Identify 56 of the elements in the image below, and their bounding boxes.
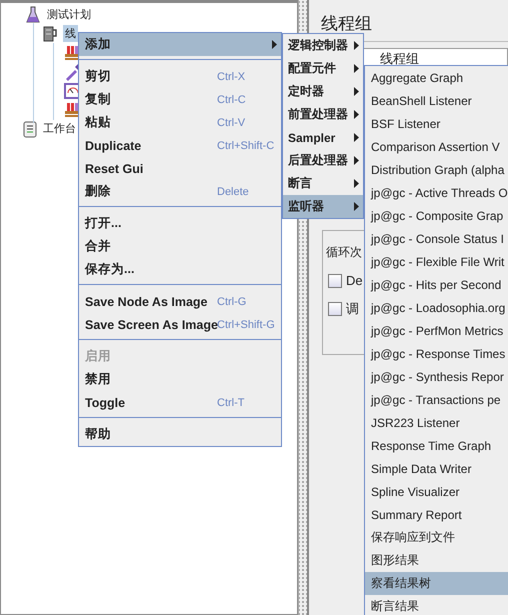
menu-item[interactable]: BSF Listener — [365, 112, 508, 135]
menu-item[interactable]: 察看结果树 — [365, 572, 508, 595]
menu-item[interactable]: jp@gc - Active Threads O — [365, 181, 508, 204]
menu-item[interactable]: 监听器 — [283, 195, 363, 218]
clipboard-icon — [23, 120, 37, 138]
checkbox-label: 调 — [346, 300, 359, 318]
menu-item[interactable]: 定时器 — [283, 80, 363, 103]
menu-item[interactable]: 添加 — [79, 33, 281, 56]
menu-item[interactable]: Sampler — [283, 126, 363, 149]
menu-item[interactable]: Duplicate Ctrl+Shift-C — [79, 134, 281, 157]
menu-item[interactable]: Summary Report — [365, 503, 508, 526]
menu-item[interactable]: Save Screen As ImageCtrl+Shift-G — [79, 313, 281, 336]
menu-item[interactable]: jp@gc - Synthesis Repor — [365, 365, 508, 388]
menu-item[interactable]: jp@gc - Composite Grap — [365, 204, 508, 227]
menu-item[interactable]: 粘贴 Ctrl-V — [79, 111, 281, 134]
menu-item[interactable]: Reset Gui — [79, 157, 281, 180]
flask-icon — [26, 6, 40, 24]
menu-item[interactable]: Response Time Graph — [365, 434, 508, 457]
menu-item[interactable]: JSR223 Listener — [365, 411, 508, 434]
tree-node-label[interactable]: 线 — [63, 25, 78, 42]
tree-node-label[interactable]: 测试计划 — [45, 6, 93, 23]
menu-item[interactable]: Simple Data Writer — [365, 457, 508, 480]
menu-item[interactable]: 打开... — [79, 212, 281, 235]
beaker-icon — [41, 24, 59, 42]
menu-item[interactable]: Distribution Graph (alpha — [365, 158, 508, 181]
menu-item[interactable]: 帮助 — [79, 423, 281, 446]
checkbox[interactable] — [328, 302, 342, 316]
menu-item[interactable]: 配置元件 — [283, 57, 363, 80]
menu-item[interactable]: 删除 Delete — [79, 180, 281, 203]
menu-item[interactable]: Spline Visualizer — [365, 480, 508, 503]
menu-item[interactable]: jp@gc - PerfMon Metrics — [365, 319, 508, 342]
menu-item[interactable]: 复制 Ctrl-C — [79, 88, 281, 111]
menu-item[interactable]: 保存响应到文件 — [365, 526, 508, 549]
menu-item[interactable]: jp@gc - Transactions pe — [365, 388, 508, 411]
menu-item[interactable]: Save Node As Image Ctrl-G — [79, 290, 281, 313]
menu-item[interactable]: 禁用 — [79, 368, 281, 391]
menu-item[interactable]: 保存为... — [79, 258, 281, 281]
menu-item[interactable]: jp@gc - Hits per Second — [365, 273, 508, 296]
menu-item[interactable]: 后置处理器 — [283, 149, 363, 172]
tree-node-label[interactable]: 工作台 — [41, 120, 78, 137]
menu-item[interactable]: 合并 — [79, 235, 281, 258]
checkbox[interactable] — [328, 274, 342, 288]
menu-item[interactable]: 前置处理器 — [283, 103, 363, 126]
menu-item[interactable]: jp@gc - Console Status I — [365, 227, 508, 250]
menu-item[interactable]: Toggle Ctrl-T — [79, 391, 281, 414]
checkbox-label: De — [346, 273, 363, 288]
menu-item[interactable]: 剪切 Ctrl-X — [79, 65, 281, 88]
menu-item[interactable]: 断言 — [283, 172, 363, 195]
menu-item[interactable]: jp@gc - Flexible File Writ — [365, 250, 508, 273]
menu-item[interactable]: 断言结果 — [365, 595, 508, 615]
menu-item[interactable]: Comparison Assertion V — [365, 135, 508, 158]
menu-item[interactable]: jp@gc - Loadosophia.org — [365, 296, 508, 319]
menu-item[interactable]: BeanShell Listener — [365, 89, 508, 112]
loop-count-label: 循环次 — [326, 244, 362, 261]
menu-item[interactable]: 图形结果 — [365, 549, 508, 572]
menu-item[interactable]: jp@gc - Response Times — [365, 342, 508, 365]
